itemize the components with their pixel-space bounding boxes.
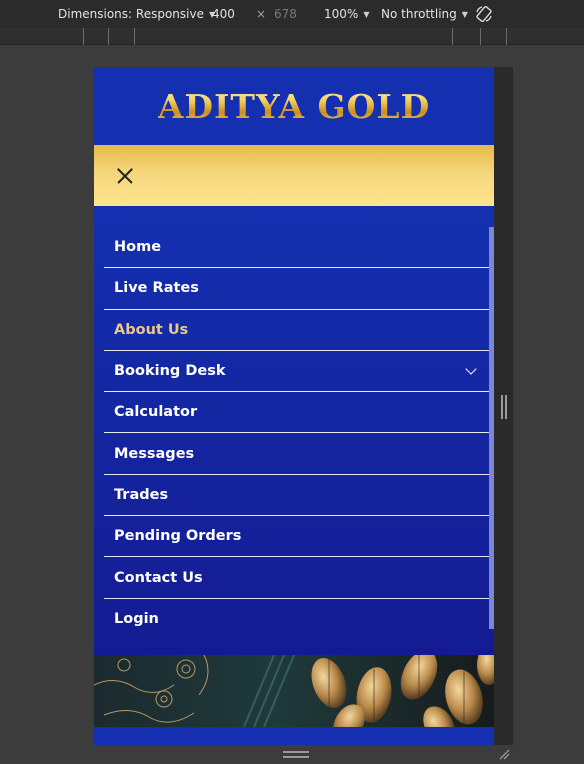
resize-handle-horizontal[interactable] bbox=[283, 751, 309, 758]
nav-item-pending-orders[interactable]: Pending Orders bbox=[104, 516, 489, 558]
height-value: 678 bbox=[274, 7, 297, 21]
resize-handle-vertical[interactable] bbox=[501, 395, 507, 419]
nav-item-label: Live Rates bbox=[114, 280, 199, 297]
decorative-banner-image bbox=[94, 655, 494, 727]
height-input[interactable]: 678 bbox=[274, 0, 297, 28]
nav-item-label: Trades bbox=[114, 486, 169, 503]
nav-item-label: Messages bbox=[114, 445, 195, 462]
chevron-down-icon[interactable] bbox=[465, 363, 477, 375]
times-symbol: × bbox=[256, 7, 267, 21]
site-header: ADITYA GOLD bbox=[94, 67, 494, 145]
nav-item-label: Contact Us bbox=[114, 569, 203, 586]
zoom-dropdown[interactable]: 100% ▼ bbox=[324, 0, 369, 28]
nav-item-label: About Us bbox=[114, 321, 189, 338]
rotate-icon[interactable] bbox=[474, 0, 494, 28]
nav-item-label: Booking Desk bbox=[114, 363, 226, 380]
nav-item-home[interactable]: Home bbox=[104, 227, 489, 269]
nav-menu-list: Home Live Rates About Us Booking Desk Calcul… bbox=[104, 227, 489, 640]
nav-item-label: Calculator bbox=[114, 404, 198, 421]
nav-item-label: Pending Orders bbox=[114, 528, 242, 545]
nav-item-booking-desk[interactable]: Booking Desk bbox=[104, 351, 489, 393]
nav-item-label: Login bbox=[114, 611, 159, 628]
device-viewport: ADITYA GOLD Home Live Rates About Us Bookin… bbox=[94, 67, 494, 745]
throttling-value: No throttling bbox=[381, 7, 457, 21]
width-value: 400 bbox=[212, 7, 235, 21]
menu-scrollbar[interactable] bbox=[489, 227, 494, 629]
nav-item-label: Home bbox=[114, 239, 162, 256]
caret-down-icon: ▼ bbox=[363, 9, 370, 19]
times-icon: × bbox=[256, 0, 266, 28]
width-input[interactable]: 400 bbox=[212, 0, 235, 28]
site-logo[interactable]: ADITYA GOLD bbox=[158, 87, 431, 126]
nav-item-contact-us[interactable]: Contact Us bbox=[104, 557, 489, 599]
nav-item-calculator[interactable]: Calculator bbox=[104, 392, 489, 434]
nav-item-login[interactable]: Login bbox=[104, 599, 489, 640]
nav-menu: Home Live Rates About Us Booking Desk Calcul… bbox=[94, 206, 494, 655]
throttling-dropdown[interactable]: No throttling ▼ bbox=[381, 0, 468, 28]
media-query-ruler bbox=[0, 28, 584, 45]
nav-item-about-us[interactable]: About Us bbox=[104, 310, 489, 351]
caret-down-icon: ▼ bbox=[461, 9, 468, 19]
dimensions-label: Dimensions: Responsive bbox=[58, 7, 204, 21]
nav-item-messages[interactable]: Messages bbox=[104, 433, 489, 475]
nav-item-trades[interactable]: Trades bbox=[104, 475, 489, 517]
menu-bar bbox=[94, 145, 494, 206]
zoom-value: 100% bbox=[324, 7, 359, 21]
footer-strip bbox=[94, 727, 494, 745]
devtools-toolbar: Dimensions: Responsive ▼ 400 × 678 100% … bbox=[0, 0, 584, 28]
dimensions-dropdown[interactable]: Dimensions: Responsive ▼ bbox=[58, 0, 215, 28]
corner-resize-icon[interactable] bbox=[498, 748, 510, 760]
nav-item-live-rates[interactable]: Live Rates bbox=[104, 268, 489, 310]
close-icon[interactable] bbox=[116, 167, 134, 185]
